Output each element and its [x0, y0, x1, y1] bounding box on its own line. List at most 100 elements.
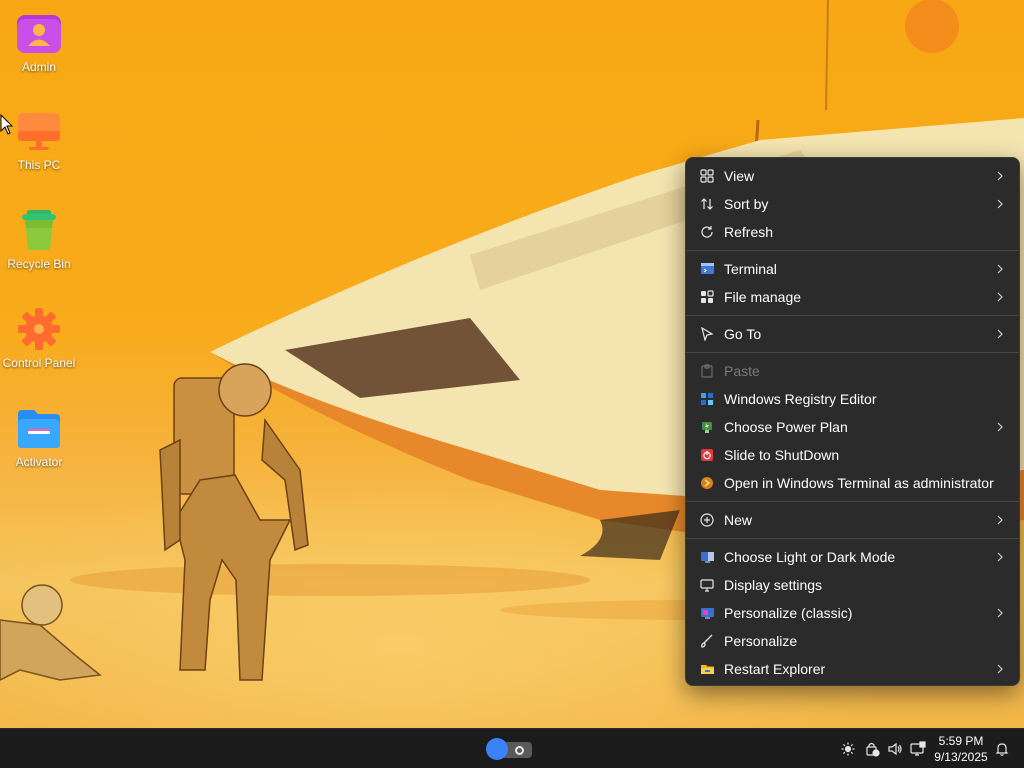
menu-divider [686, 352, 1019, 353]
brightness-icon[interactable] [838, 739, 858, 759]
file-manage-icon [698, 288, 716, 306]
menu-item-label: File manage [724, 289, 802, 305]
chevron-right-icon [995, 263, 1005, 275]
menu-item-label: Windows Registry Editor [724, 391, 877, 407]
user-folder-icon [16, 10, 62, 56]
desktop-icon-label: Control Panel [2, 356, 76, 370]
menu-section-display: Choose Light or Dark Mode Display settin… [686, 543, 1019, 683]
taskbar: 5:59 PM 9/13/2025 [0, 728, 1024, 768]
notification-bell-icon[interactable] [992, 739, 1012, 759]
menu-item-restart-explorer[interactable]: Restart Explorer [686, 655, 1019, 683]
desktop-icon-label: Activator [15, 455, 63, 469]
desktop-icon-label: Admin [21, 60, 56, 74]
menu-item-new[interactable]: New [686, 506, 1019, 534]
menu-item-label: Display settings [724, 577, 823, 593]
desktop-icon-activator[interactable]: Activator [0, 405, 78, 469]
toggle-ring-icon [515, 746, 524, 755]
display-icon [698, 576, 716, 594]
chevron-right-icon [995, 551, 1005, 563]
desktop-icon-recycle-bin[interactable]: Recycle Bin [0, 207, 78, 271]
sort-icon [698, 195, 716, 213]
chevron-right-icon [995, 514, 1005, 526]
menu-item-light-dark-mode[interactable]: Choose Light or Dark Mode [686, 543, 1019, 571]
power-plan-icon [698, 418, 716, 436]
menu-divider [686, 501, 1019, 502]
menu-item-file-manage[interactable]: File manage [686, 283, 1019, 311]
clock-date: 9/13/2025 [934, 750, 988, 764]
menu-section-terminal: Terminal File manage [686, 255, 1019, 311]
clock-time: 5:59 PM [938, 734, 984, 748]
menu-item-personalize[interactable]: Personalize [686, 627, 1019, 655]
security-icon[interactable] [862, 739, 882, 759]
menu-section-tools: Paste Windows Registry Editor Choose Pow… [686, 357, 1019, 497]
admin-terminal-icon [698, 474, 716, 492]
volume-icon[interactable] [885, 739, 905, 759]
menu-item-label: Open in Windows Terminal as administrato… [724, 475, 994, 491]
desktop-icon-label: This PC [17, 158, 61, 172]
chevron-right-icon [995, 663, 1005, 675]
menu-divider [686, 315, 1019, 316]
menu-item-label: Refresh [724, 224, 774, 240]
menu-divider [686, 250, 1019, 251]
menu-section-go-to: Go To [686, 320, 1019, 348]
monitor-icon [16, 108, 62, 154]
chevron-right-icon [995, 198, 1005, 210]
theme-icon [698, 548, 716, 566]
menu-item-label: Sort by [724, 196, 769, 212]
refresh-icon [698, 223, 716, 241]
folder-icon [16, 405, 62, 451]
shutdown-icon [698, 446, 716, 464]
personalize-classic-icon [698, 604, 716, 622]
menu-item-label: Personalize (classic) [724, 605, 853, 621]
registry-icon [698, 390, 716, 408]
menu-item-slide-to-shutdown[interactable]: Slide to ShutDown [686, 441, 1019, 469]
menu-item-view[interactable]: View [686, 162, 1019, 190]
menu-item-label: Go To [724, 326, 762, 342]
menu-item-refresh[interactable]: Refresh [686, 218, 1019, 246]
taskbar-clock[interactable]: 5:59 PM 9/13/2025 [930, 733, 992, 765]
menu-item-label: Personalize [724, 633, 798, 649]
menu-item-personalize-classic[interactable]: Personalize (classic) [686, 599, 1019, 627]
menu-section-view: View Sort by Refresh [686, 162, 1019, 246]
menu-item-label: Terminal [724, 261, 777, 277]
desktop-icon-label: Recycle Bin [7, 257, 71, 271]
grid-icon [698, 167, 716, 185]
menu-item-go-to[interactable]: Go To [686, 320, 1019, 348]
gear-icon [16, 306, 62, 352]
menu-item-power-plan[interactable]: Choose Power Plan [686, 413, 1019, 441]
menu-item-open-terminal-admin[interactable]: Open in Windows Terminal as administrato… [686, 469, 1019, 497]
paste-icon [698, 362, 716, 380]
chevron-right-icon [995, 607, 1005, 619]
terminal-icon [698, 260, 716, 278]
menu-divider [686, 538, 1019, 539]
plus-circle-icon [698, 511, 716, 529]
menu-item-label: View [724, 168, 755, 184]
menu-item-registry-editor[interactable]: Windows Registry Editor [686, 385, 1019, 413]
menu-item-label: Choose Light or Dark Mode [724, 549, 896, 565]
menu-item-display-settings[interactable]: Display settings [686, 571, 1019, 599]
brush-icon [698, 632, 716, 650]
menu-item-paste[interactable]: Paste [686, 357, 1019, 385]
taskbar-toggle-app-button[interactable] [486, 738, 532, 760]
menu-item-label: Slide to ShutDown [724, 447, 840, 463]
menu-item-terminal[interactable]: Terminal [686, 255, 1019, 283]
desktop-context-menu: View Sort by Refresh Terminal File manag… [685, 157, 1020, 686]
chevron-right-icon [995, 170, 1005, 182]
chevron-right-icon [995, 328, 1005, 340]
recycle-bin-icon [16, 207, 62, 253]
chevron-right-icon [995, 291, 1005, 303]
menu-item-sort-by[interactable]: Sort by [686, 190, 1019, 218]
menu-item-label: Choose Power Plan [724, 419, 848, 435]
toggle-knob [486, 738, 508, 760]
chevron-right-icon [995, 421, 1005, 433]
desktop-icon-admin[interactable]: Admin [0, 10, 78, 74]
menu-item-label: New [724, 512, 753, 528]
menu-item-label: Paste [724, 363, 760, 379]
menu-item-label: Restart Explorer [724, 661, 826, 677]
menu-section-new: New [686, 506, 1019, 534]
explorer-folder-icon [698, 660, 716, 678]
network-icon[interactable] [908, 739, 928, 759]
pointer-icon [698, 325, 716, 343]
mouse-cursor-icon [0, 114, 14, 135]
desktop-icon-control-panel[interactable]: Control Panel [0, 306, 78, 370]
